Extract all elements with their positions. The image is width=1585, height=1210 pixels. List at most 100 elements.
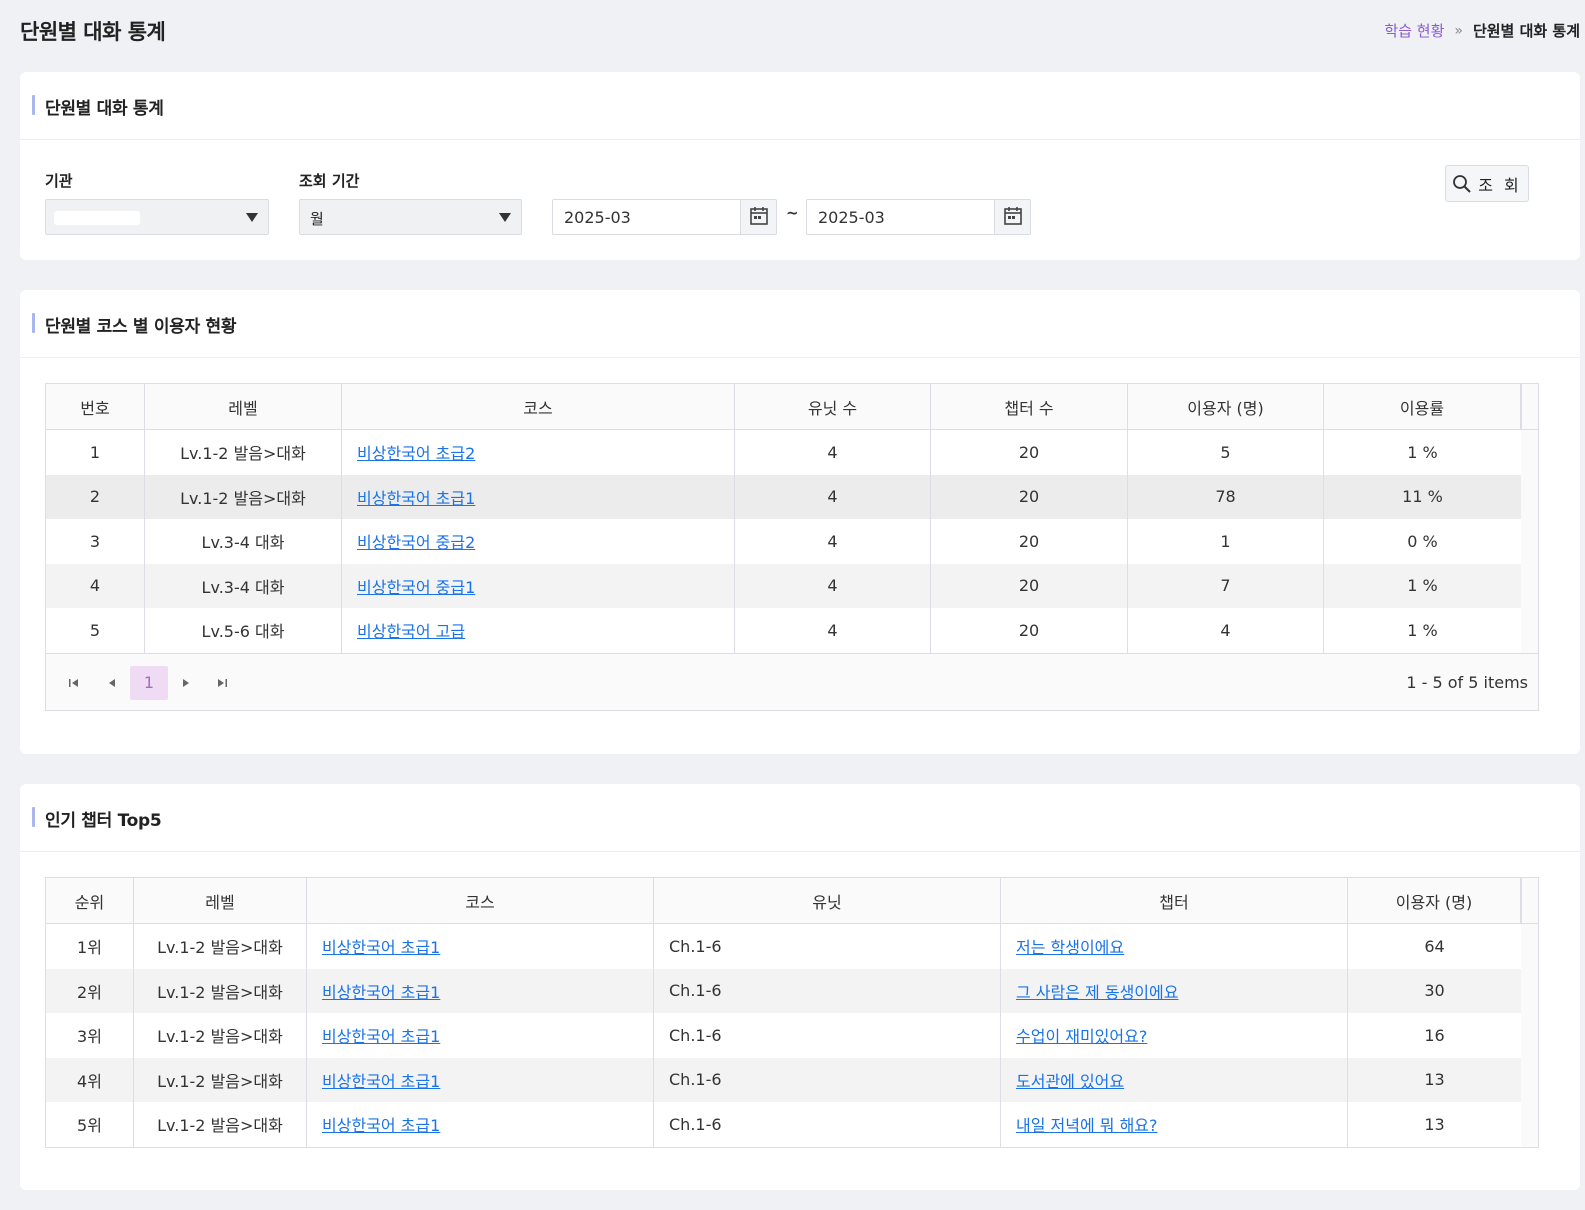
course-link[interactable]: 비상한국어 초급2 — [357, 440, 475, 464]
cell-rank: 1위 — [46, 924, 134, 969]
prev-page-button[interactable] — [97, 666, 127, 700]
table-row[interactable]: 5위 Lv.1-2 발음>대화 비상한국어 초급1 Ch.1-6 내일 저녁에 … — [46, 1102, 1538, 1147]
course-link[interactable]: 비상한국어 중급2 — [357, 529, 475, 553]
breadcrumb-current: 단원별 대화 통계 — [1472, 22, 1580, 40]
table-row[interactable]: 2 Lv.1-2 발음>대화 비상한국어 초급1 4 20 78 11 % — [46, 474, 1538, 519]
date-from-value: 2025-03 — [564, 208, 631, 227]
course-panel-header: 단원별 코스 별 이용자 현황 — [20, 290, 1580, 358]
date-to-value: 2025-03 — [818, 208, 885, 227]
table-row[interactable]: 5 Lv.5-6 대화 비상한국어 고급 4 20 4 1 % — [46, 608, 1538, 653]
date-to-picker-button[interactable] — [994, 200, 1030, 234]
course-link[interactable]: 비상한국어 초급1 — [322, 1112, 440, 1136]
page-number-button[interactable]: 1 — [130, 665, 168, 700]
cell-level: Lv.1-2 발음>대화 — [134, 924, 307, 969]
course-link[interactable]: 비상한국어 초급1 — [322, 1023, 440, 1047]
top5-panel-header: 인기 챕터 Top5 — [20, 784, 1580, 852]
scroll-gutter — [1521, 519, 1538, 564]
cell-chapters: 20 — [931, 430, 1128, 475]
last-page-button[interactable] — [207, 666, 237, 700]
cell-no: 4 — [46, 563, 145, 608]
course-link[interactable]: 비상한국어 초급1 — [322, 1068, 440, 1092]
table-row[interactable]: 3위 Lv.1-2 발음>대화 비상한국어 초급1 Ch.1-6 수업이 재미있… — [46, 1013, 1538, 1058]
column-header[interactable]: 이용률 — [1324, 384, 1521, 429]
column-header[interactable]: 유닛 — [654, 878, 1001, 923]
course-link[interactable]: 비상한국어 고급 — [357, 618, 465, 642]
column-header[interactable]: 유닛 수 — [735, 384, 931, 429]
table-header: 순위 레벨 코스 유닛 챕터 이용자 (명) — [46, 878, 1538, 924]
period-select[interactable]: 월 — [299, 199, 522, 235]
course-link[interactable]: 비상한국어 초급1 — [322, 934, 440, 958]
panel-accent-bar — [32, 807, 35, 827]
scroll-gutter — [1521, 1013, 1538, 1058]
chapter-link[interactable]: 저는 학생이에요 — [1016, 934, 1124, 958]
table-row[interactable]: 3 Lv.3-4 대화 비상한국어 중급2 4 20 1 0 % — [46, 519, 1538, 564]
chevron-down-icon — [499, 213, 511, 222]
date-to-field[interactable]: 2025-03 — [806, 199, 1031, 235]
column-header[interactable]: 순위 — [46, 878, 134, 923]
table-row[interactable]: 1 Lv.1-2 발음>대화 비상한국어 초급2 4 20 5 1 % — [46, 430, 1538, 475]
scroll-gutter — [1521, 1057, 1538, 1102]
chapter-link[interactable]: 수업이 재미있어요? — [1016, 1023, 1147, 1047]
date-range-separator: ~ — [786, 204, 799, 222]
cell-rate: 1 % — [1407, 442, 1438, 462]
cell-chapters: 20 — [931, 519, 1128, 564]
table-row[interactable]: 4 Lv.3-4 대화 비상한국어 중급1 4 20 7 1 % — [46, 563, 1538, 608]
cell-no: 5 — [46, 608, 145, 653]
first-page-button[interactable] — [59, 666, 89, 700]
cell-rate: 11 % — [1402, 487, 1443, 507]
cell-rate: 1 % — [1407, 576, 1438, 596]
cell-units: 4 — [735, 430, 931, 475]
search-panel-header: 단원별 대화 통계 — [20, 72, 1580, 140]
column-header[interactable]: 챕터 수 — [931, 384, 1128, 429]
cell-unit: Ch.1-6 — [654, 1013, 1001, 1058]
top5-chapters-table: 순위 레벨 코스 유닛 챕터 이용자 (명) 1위 Lv.1-2 발음>대화 비… — [45, 877, 1539, 1148]
cell-units: 4 — [735, 519, 931, 564]
cell-rank: 3위 — [46, 1013, 134, 1058]
date-from-field[interactable]: 2025-03 — [552, 199, 777, 235]
table-row[interactable]: 2위 Lv.1-2 발음>대화 비상한국어 초급1 Ch.1-6 그 사람은 제… — [46, 968, 1538, 1013]
page-title: 단원별 대화 통계 — [20, 20, 166, 44]
top5-chapters-panel: 인기 챕터 Top5 순위 레벨 코스 유닛 챕터 이용자 (명) 1위 Lv.… — [20, 784, 1580, 1190]
column-header[interactable]: 레벨 — [134, 878, 307, 923]
column-header[interactable]: 번호 — [46, 384, 145, 429]
cell-users: 16 — [1424, 1025, 1445, 1045]
table-row[interactable]: 1위 Lv.1-2 발음>대화 비상한국어 초급1 Ch.1-6 저는 학생이에… — [46, 924, 1538, 969]
chapter-link[interactable]: 그 사람은 제 동생이에요 — [1016, 979, 1178, 1003]
column-header[interactable]: 레벨 — [145, 384, 342, 429]
cell-chapters: 20 — [931, 608, 1128, 653]
search-button[interactable]: 조 회 — [1445, 165, 1529, 202]
scroll-gutter — [1521, 474, 1538, 519]
column-header[interactable]: 챕터 — [1001, 878, 1348, 923]
org-select[interactable] — [45, 199, 269, 235]
next-page-button[interactable] — [171, 666, 201, 700]
first-page-icon — [69, 678, 78, 687]
table-row[interactable]: 4위 Lv.1-2 발음>대화 비상한국어 초급1 Ch.1-6 도서관에 있어… — [46, 1057, 1538, 1102]
chapter-link[interactable]: 도서관에 있어요 — [1016, 1068, 1124, 1092]
cell-level: Lv.1-2 발음>대화 — [134, 1102, 307, 1147]
calendar-icon — [1004, 207, 1022, 225]
cell-unit: Ch.1-6 — [654, 924, 1001, 969]
column-header[interactable]: 코스 — [307, 878, 654, 923]
chapter-link[interactable]: 내일 저녁에 뭐 해요? — [1016, 1112, 1158, 1136]
breadcrumb-link-learning-status[interactable]: 학습 현황 — [1384, 20, 1444, 41]
cell-users: 30 — [1424, 981, 1445, 1001]
cell-level: Lv.1-2 발음>대화 — [134, 1057, 307, 1102]
course-panel-title: 단원별 코스 별 이용자 현황 — [45, 317, 237, 337]
column-header[interactable]: 이용자 (명) — [1348, 878, 1521, 923]
pagination: 1 1 - 5 of 5 items — [46, 652, 1538, 710]
column-header[interactable]: 이용자 (명) — [1128, 384, 1324, 429]
date-from-picker-button[interactable] — [740, 200, 776, 234]
cell-level: Lv.3-4 대화 — [145, 519, 342, 564]
cell-unit: Ch.1-6 — [654, 1057, 1001, 1102]
last-page-icon — [218, 678, 227, 687]
calendar-icon — [750, 207, 768, 225]
column-header[interactable]: 코스 — [342, 384, 735, 429]
cell-no: 2 — [46, 474, 145, 519]
course-link[interactable]: 비상한국어 중급1 — [357, 574, 475, 598]
cell-level: Lv.3-4 대화 — [145, 563, 342, 608]
course-usage-table: 번호 레벨 코스 유닛 수 챕터 수 이용자 (명) 이용률 1 Lv.1-2 … — [45, 383, 1539, 711]
cell-chapters: 20 — [931, 474, 1128, 519]
course-link[interactable]: 비상한국어 초급1 — [322, 979, 440, 1003]
course-link[interactable]: 비상한국어 초급1 — [357, 485, 475, 509]
cell-users: 78 — [1128, 474, 1324, 519]
